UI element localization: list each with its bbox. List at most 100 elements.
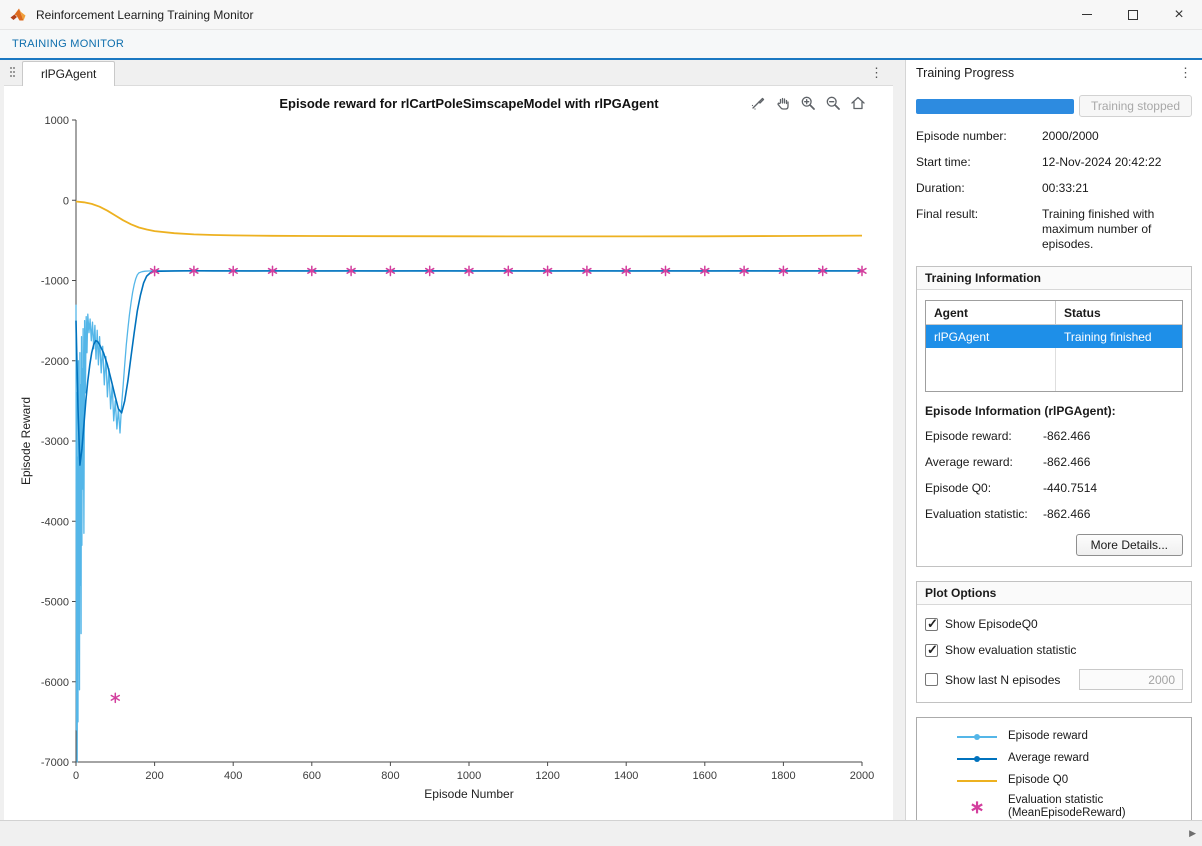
last-n-episodes-input[interactable] — [1079, 669, 1183, 690]
stat-label: Evaluation statistic: — [925, 507, 1043, 522]
show-evaluation-statistic-checkbox[interactable] — [925, 644, 938, 657]
field-label: Duration: — [916, 181, 1042, 196]
panel-title: Training Progress — [916, 66, 1014, 80]
drag-grip-icon — [10, 67, 14, 79]
tab-rlpgagent[interactable]: rlPGAgent — [22, 61, 115, 86]
tab-label: rlPGAgent — [41, 67, 96, 81]
svg-text:400: 400 — [224, 770, 242, 782]
table-row[interactable]: rlPGAgent Training finished — [926, 325, 1182, 348]
progress-row: Training stopped — [916, 94, 1192, 118]
stat-episode-q0: Episode Q0: -440.7514 — [925, 481, 1183, 496]
column-header-agent: Agent — [926, 301, 1056, 324]
svg-text:-2000: -2000 — [41, 356, 69, 368]
field-duration: Duration: 00:33:21 — [916, 181, 1192, 196]
figure-menu-icon[interactable]: ⋮ — [870, 65, 883, 81]
main-area: rlPGAgent ⋮ Episode reward for rlCartPol… — [0, 60, 1202, 820]
option-label: Show EpisodeQ0 — [945, 617, 1038, 631]
svg-text:1800: 1800 — [771, 770, 795, 782]
stat-value: -862.466 — [1043, 507, 1090, 522]
field-value: Training finished with maximum number of… — [1042, 207, 1192, 252]
close-icon: × — [1174, 10, 1183, 20]
more-details-button[interactable]: More Details... — [1076, 534, 1183, 556]
show-episodeq0-checkbox[interactable] — [925, 618, 938, 631]
panel-splitter[interactable] — [893, 60, 905, 820]
x-axis-label: Episode Number — [424, 787, 513, 801]
agent-table: Agent Status rlPGAgent Training finished — [925, 300, 1183, 392]
panel-header: Training Progress ⋮ — [916, 60, 1192, 86]
option-label: Show last N episodes — [945, 673, 1060, 687]
minimize-icon — [1082, 14, 1092, 15]
svg-text:0: 0 — [73, 770, 79, 782]
legend-item-average-reward: Average reward — [954, 750, 1154, 767]
training-progress-panel: Training Progress ⋮ Training stopped Epi… — [905, 60, 1202, 820]
legend-label: Average reward — [1008, 752, 1089, 765]
stat-value: -440.7514 — [1043, 481, 1097, 496]
document-area: rlPGAgent ⋮ Episode reward for rlCartPol… — [4, 60, 893, 820]
field-start-time: Start time: 12-Nov-2024 20:42:22 — [916, 155, 1192, 170]
app-window: Reinforcement Learning Training Monitor … — [0, 0, 1202, 846]
legend-item-episode-reward: Episode reward — [954, 728, 1154, 745]
minimize-button[interactable] — [1064, 0, 1110, 29]
section-title: Training Information — [917, 267, 1191, 290]
svg-text:-1000: -1000 — [41, 276, 69, 288]
svg-text:200: 200 — [145, 770, 163, 782]
stat-label: Average reward: — [925, 455, 1043, 470]
close-button[interactable]: × — [1156, 0, 1202, 29]
svg-text:600: 600 — [303, 770, 321, 782]
tab-training-monitor[interactable]: TRAINING MONITOR — [0, 38, 136, 50]
plot-options-section: Plot Options Show EpisodeQ0 Show evaluat… — [916, 581, 1192, 703]
option-label: Show evaluation statistic — [945, 643, 1076, 657]
show-last-n-episodes-checkbox[interactable] — [925, 673, 938, 686]
stat-evaluation-statistic: Evaluation statistic: -862.466 — [925, 507, 1183, 522]
cell-status: Training finished — [1056, 325, 1182, 348]
episode-info-title: Episode Information (rlPGAgent): — [925, 404, 1183, 418]
field-value: 2000/2000 — [1042, 129, 1192, 144]
training-stopped-button[interactable]: Training stopped — [1079, 95, 1192, 117]
field-value: 00:33:21 — [1042, 181, 1192, 196]
option-show-episodeq0: Show EpisodeQ0 — [925, 617, 1183, 631]
episode-reward-line-icon — [954, 736, 1000, 738]
field-episode-number: Episode number: 2000/2000 — [916, 129, 1192, 144]
stat-episode-reward: Episode reward: -862.466 — [925, 429, 1183, 444]
chart-legend: Episode reward Average reward Episode Q0… — [916, 717, 1192, 820]
toolstrip: TRAINING MONITOR — [0, 30, 1202, 60]
svg-text:1000: 1000 — [457, 770, 481, 782]
svg-text:1200: 1200 — [535, 770, 559, 782]
svg-text:1000: 1000 — [45, 115, 69, 127]
section-title: Plot Options — [917, 582, 1191, 605]
maximize-icon — [1128, 10, 1138, 20]
episode-q0-line-icon — [954, 780, 1000, 782]
maximize-button[interactable] — [1110, 0, 1156, 29]
window-title: Reinforcement Learning Training Monitor — [36, 8, 253, 22]
option-show-evaluation-statistic: Show evaluation statistic — [925, 643, 1183, 657]
table-empty-area — [926, 348, 1182, 391]
more-details-row: More Details... — [925, 534, 1183, 556]
svg-text:-4000: -4000 — [41, 516, 69, 528]
field-final-result: Final result: Training finished with max… — [916, 207, 1192, 252]
stat-label: Episode Q0: — [925, 481, 1043, 496]
stat-average-reward: Average reward: -862.466 — [925, 455, 1183, 470]
svg-text:2000: 2000 — [850, 770, 874, 782]
option-show-last-n-episodes: Show last N episodes — [925, 669, 1183, 690]
legend-label: Evaluation statistic (MeanEpisodeReward) — [1008, 794, 1126, 820]
svg-text:0: 0 — [63, 195, 69, 207]
svg-text:1600: 1600 — [693, 770, 717, 782]
svg-text:-3000: -3000 — [41, 436, 69, 448]
column-header-status: Status — [1056, 301, 1182, 324]
titlebar: Reinforcement Learning Training Monitor … — [0, 0, 1202, 30]
svg-text:-7000: -7000 — [41, 757, 69, 769]
panel-menu-icon[interactable]: ⋮ — [1179, 65, 1192, 81]
training-progress-bar — [916, 99, 1074, 114]
stat-label: Episode reward: — [925, 429, 1043, 444]
chart-canvas[interactable]: 0200400600800100012001400160018002000100… — [4, 86, 893, 816]
window-controls: × — [1064, 0, 1202, 29]
svg-text:800: 800 — [381, 770, 399, 782]
cell-agent: rlPGAgent — [926, 325, 1056, 348]
figure-panel[interactable]: Episode reward for rlCartPoleSimscapeMod… — [4, 86, 893, 820]
matlab-logo-icon — [10, 7, 26, 23]
agent-table-header: Agent Status — [926, 301, 1182, 325]
document-tabbar: rlPGAgent ⋮ — [4, 60, 893, 86]
stat-value: -862.466 — [1043, 455, 1090, 470]
expand-panel-icon[interactable]: ▶ — [1189, 828, 1196, 839]
field-label: Episode number: — [916, 129, 1042, 144]
